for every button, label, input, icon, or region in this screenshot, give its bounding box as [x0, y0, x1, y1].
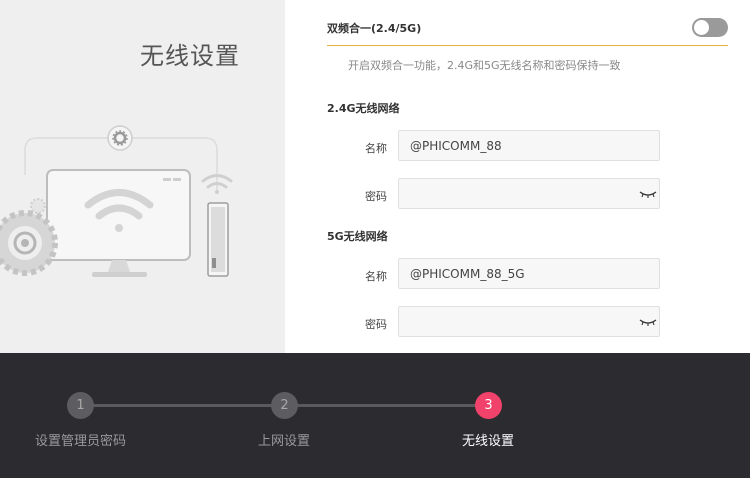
- band-24g-password-input[interactable]: [398, 178, 660, 209]
- router-illustration: [0, 125, 233, 277]
- setup-stepper: 1 设置管理员密码 2 上网设置 3 无线设置: [0, 353, 750, 478]
- step-connector: [297, 404, 477, 407]
- dual-band-toggle[interactable]: [692, 18, 728, 37]
- band-24g-heading: 2.4G无线网络: [327, 102, 400, 115]
- wireless-settings-form: 双频合一(2.4/5G) 开启双频合一功能，2.4G和5G无线名称和密码保持一致…: [285, 0, 750, 353]
- step-3-label: 无线设置: [462, 434, 515, 449]
- toggle-knob: [694, 20, 709, 35]
- dual-band-row: 双频合一(2.4/5G): [327, 0, 728, 46]
- dual-band-label: 双频合一(2.4/5G): [327, 22, 422, 35]
- band-5g-name-input[interactable]: [398, 258, 660, 289]
- step-1-indicator[interactable]: 1: [67, 392, 94, 419]
- page: 无线设置 双频合一(2.4/5G) 开启双频合一功能，2.4G和5G无线名称和密…: [0, 0, 750, 478]
- band-5g-name-label: 名称: [365, 270, 387, 283]
- band-5g-password-label: 密码: [365, 318, 387, 331]
- band-24g-password-label: 密码: [365, 190, 387, 203]
- band-24g-name-label: 名称: [365, 142, 387, 155]
- illustration-panel: 无线设置: [0, 0, 285, 353]
- step-1-label: 设置管理员密码: [35, 434, 127, 449]
- eye-closed-icon[interactable]: [639, 317, 657, 327]
- dual-band-hint: 开启双频合一功能，2.4G和5G无线名称和密码保持一致: [348, 59, 621, 72]
- band-5g-heading: 5G无线网络: [327, 230, 388, 243]
- step-2-label: 上网设置: [258, 434, 311, 449]
- band-24g-name-input[interactable]: [398, 130, 660, 161]
- monitor-icon: [46, 169, 191, 277]
- eye-closed-icon[interactable]: [639, 189, 657, 199]
- small-gear-icon: [30, 198, 46, 214]
- step-2-indicator[interactable]: 2: [271, 392, 298, 419]
- settings-gear-icon: [107, 125, 133, 151]
- step-connector: [93, 404, 273, 407]
- large-gear-icon: [0, 210, 58, 276]
- page-title: 无线设置: [140, 42, 240, 70]
- step-3-indicator[interactable]: 3: [475, 392, 502, 419]
- band-5g-password-input[interactable]: [398, 306, 660, 337]
- router-device-icon: [207, 202, 229, 277]
